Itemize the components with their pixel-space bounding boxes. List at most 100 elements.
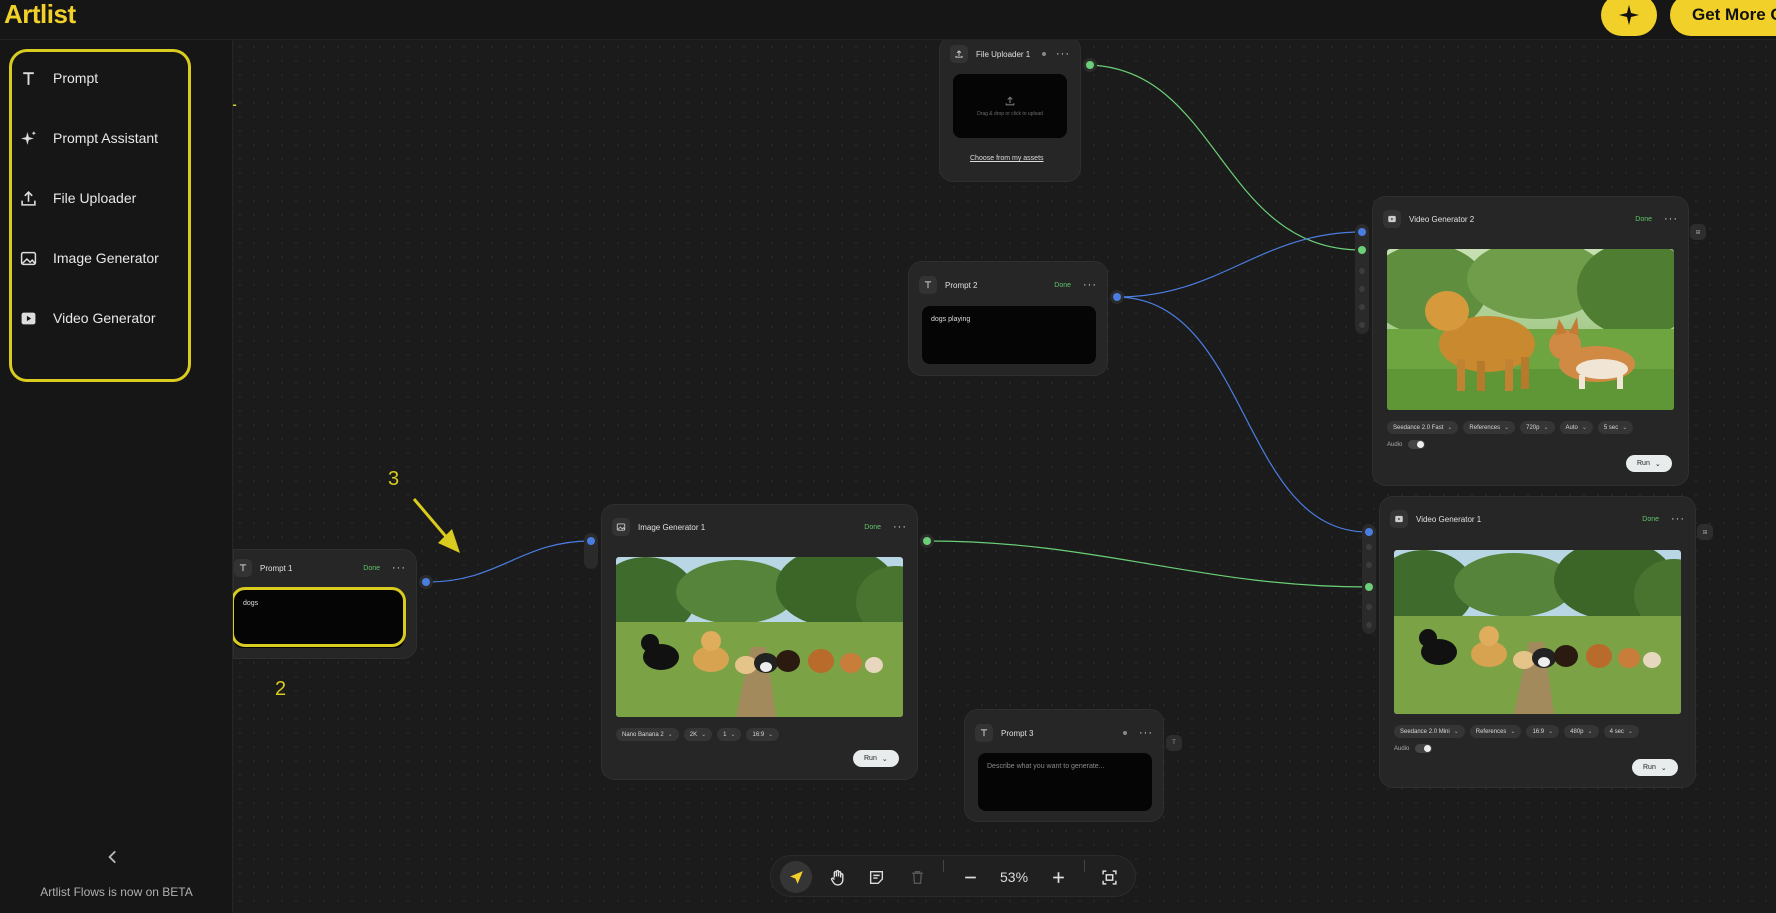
duration-select[interactable]: 4 sec ⌄	[1603, 725, 1639, 738]
count-select[interactable]: 1 ⌄	[717, 728, 742, 741]
status-badge: Done	[1054, 281, 1071, 289]
video1-side-tag[interactable]: ⊞	[1697, 524, 1713, 540]
note-tool-button[interactable]	[860, 861, 892, 893]
canvas-toolbar: 53%	[770, 855, 1136, 897]
pan-tool-button[interactable]	[821, 861, 853, 893]
node-menu-button[interactable]: ···	[392, 563, 406, 574]
output-port-text[interactable]	[1110, 290, 1124, 304]
image-generator-1-node[interactable]: Image Generator 1 Done ··· Nano Banana 2…	[601, 504, 918, 780]
collapse-sidebar-icon[interactable]	[104, 848, 122, 866]
fit-screen-icon	[1101, 869, 1117, 885]
audio-toggle[interactable]	[1408, 440, 1426, 449]
prompt3-output-port[interactable]: T	[1166, 735, 1182, 751]
choose-assets-link[interactable]: Choose from my assets	[970, 155, 1044, 162]
resolution-select[interactable]: 2K ⌄	[683, 728, 713, 741]
node-sidebar: Prompt Prompt Assistant File Uploader Im…	[0, 40, 233, 913]
input-port-text[interactable]	[1362, 525, 1376, 539]
model-select[interactable]: Nano Banana 2 ⌄	[616, 728, 679, 741]
input-port-media[interactable]	[1362, 580, 1376, 594]
image-options: Nano Banana 2 ⌄ 2K ⌄ 1 ⌄ 16:9 ⌄	[616, 728, 780, 741]
audio-toggle[interactable]	[1415, 744, 1433, 753]
output-port-media[interactable]	[1083, 58, 1097, 72]
sidebar-item-label: Prompt Assistant	[53, 130, 159, 146]
sidebar-item-file-uploader[interactable]: File Uploader	[12, 178, 182, 218]
input-rail	[1355, 224, 1369, 334]
node-menu-button[interactable]: ···	[1139, 728, 1153, 739]
sidebar-item-prompt-assistant[interactable]: Prompt Assistant	[12, 118, 182, 158]
input-port-text[interactable]	[1355, 225, 1369, 239]
sidebar-item-label: File Uploader	[53, 190, 137, 206]
sidebar-item-prompt[interactable]: Prompt	[12, 58, 182, 98]
video-icon	[1390, 510, 1408, 528]
run-button[interactable]: Run ⌄	[1632, 759, 1678, 776]
status-badge: Done	[864, 523, 881, 531]
sidebar-item-label: Image Generator	[53, 250, 159, 266]
upload-icon	[21, 190, 36, 206]
delete-tool-button[interactable]	[901, 861, 933, 893]
prompt-3-node[interactable]: Prompt 3 ··· Describe what you want to g…	[964, 709, 1164, 822]
generated-video-preview[interactable]	[1394, 550, 1681, 714]
upload-dropzone[interactable]: Drag & drop or click to upload	[953, 74, 1067, 138]
node-menu-button[interactable]: ···	[1671, 514, 1685, 525]
top-bar: Artlist Get More C	[0, 0, 1776, 40]
output-port-media[interactable]	[920, 534, 934, 548]
annotation-number-3: 3	[388, 468, 400, 490]
aspect-select[interactable]: Auto ⌄	[1559, 421, 1593, 434]
mode-select[interactable]: References ⌄	[1463, 421, 1516, 434]
generated-image-preview[interactable]	[616, 557, 903, 717]
sidebar-item-image-generator[interactable]: Image Generator	[12, 238, 182, 278]
resolution-select[interactable]: 480p ⌄	[1564, 725, 1599, 738]
video-generator-1-node[interactable]: Video Generator 1 Done ··· Seedance 2.0 …	[1379, 496, 1696, 788]
get-more-credits-button[interactable]: Get More C	[1670, 0, 1776, 36]
text-icon	[975, 724, 993, 742]
prompt-text-field[interactable]: dogs playing	[922, 306, 1096, 364]
node-title: Video Generator 2	[1409, 214, 1475, 224]
image-icon	[20, 251, 37, 265]
prompt-text-field[interactable]: Describe what you want to generate...	[978, 753, 1152, 811]
artlist-logo[interactable]: Artlist	[4, 0, 76, 30]
file-uploader-node[interactable]: File Uploader 1 ··· Drag & drop or click…	[939, 36, 1081, 182]
aspect-select[interactable]: 16:9 ⌄	[1526, 725, 1560, 738]
node-menu-button[interactable]: ···	[893, 522, 907, 533]
sparkle-icon	[21, 130, 36, 145]
sidebar-item-video-generator[interactable]: Video Generator	[12, 298, 182, 338]
status-badge: Done	[1642, 515, 1659, 523]
sticky-note-icon	[869, 870, 883, 884]
run-button[interactable]: Run ⌄	[1626, 455, 1672, 472]
upload-icon	[1005, 96, 1015, 106]
status-dot	[1123, 731, 1127, 735]
duration-select[interactable]: 5 sec ⌄	[1597, 421, 1634, 434]
video-generator-2-node[interactable]: Video Generator 2 Done ··· Seedance 2.0 …	[1372, 196, 1689, 486]
mode-select[interactable]: References ⌄	[1469, 725, 1522, 738]
status-badge: Done	[1635, 215, 1652, 223]
input-port-text[interactable]	[584, 534, 598, 548]
sidebar-item-label: Video Generator	[53, 310, 156, 326]
video-options: Seedance 2.0 Fast ⌄ References ⌄ 720p ⌄ Aut…	[1387, 421, 1634, 434]
zoom-level: 53%	[1000, 869, 1029, 885]
run-button[interactable]: Run ⌄	[853, 750, 899, 767]
node-title: Video Generator 1	[1416, 514, 1482, 524]
toolbar-divider	[943, 860, 944, 872]
node-menu-button[interactable]: ···	[1083, 280, 1097, 291]
prompt-2-node[interactable]: Prompt 2 Done ··· dogs playing	[908, 261, 1108, 376]
resolution-select[interactable]: 720p ⌄	[1520, 421, 1555, 434]
beta-notice: Artlist Flows is now on BETA	[40, 885, 193, 899]
input-rail	[1362, 524, 1376, 634]
annotation-number-2: 2	[275, 678, 287, 700]
minus-icon	[964, 876, 976, 878]
model-select[interactable]: Seedance 2.0 Fast ⌄	[1387, 421, 1459, 434]
node-menu-button[interactable]: ···	[1664, 214, 1678, 225]
generated-video-preview[interactable]	[1387, 249, 1674, 410]
model-select[interactable]: Seedance 2.0 Mini ⌄	[1394, 725, 1465, 738]
zoom-out-button[interactable]	[954, 861, 986, 893]
magic-star-button[interactable]	[1601, 0, 1657, 36]
node-menu-button[interactable]: ···	[1056, 49, 1070, 60]
fit-view-button[interactable]	[1093, 861, 1125, 893]
video2-side-tag[interactable]: ⊞	[1690, 224, 1706, 240]
select-tool-button[interactable]	[780, 861, 812, 893]
aspect-select[interactable]: 16:9 ⌄	[746, 728, 780, 741]
zoom-in-button[interactable]	[1042, 861, 1074, 893]
node-title: Prompt 2	[945, 280, 978, 290]
output-port-text[interactable]	[419, 575, 433, 589]
input-port-media[interactable]	[1355, 243, 1369, 257]
